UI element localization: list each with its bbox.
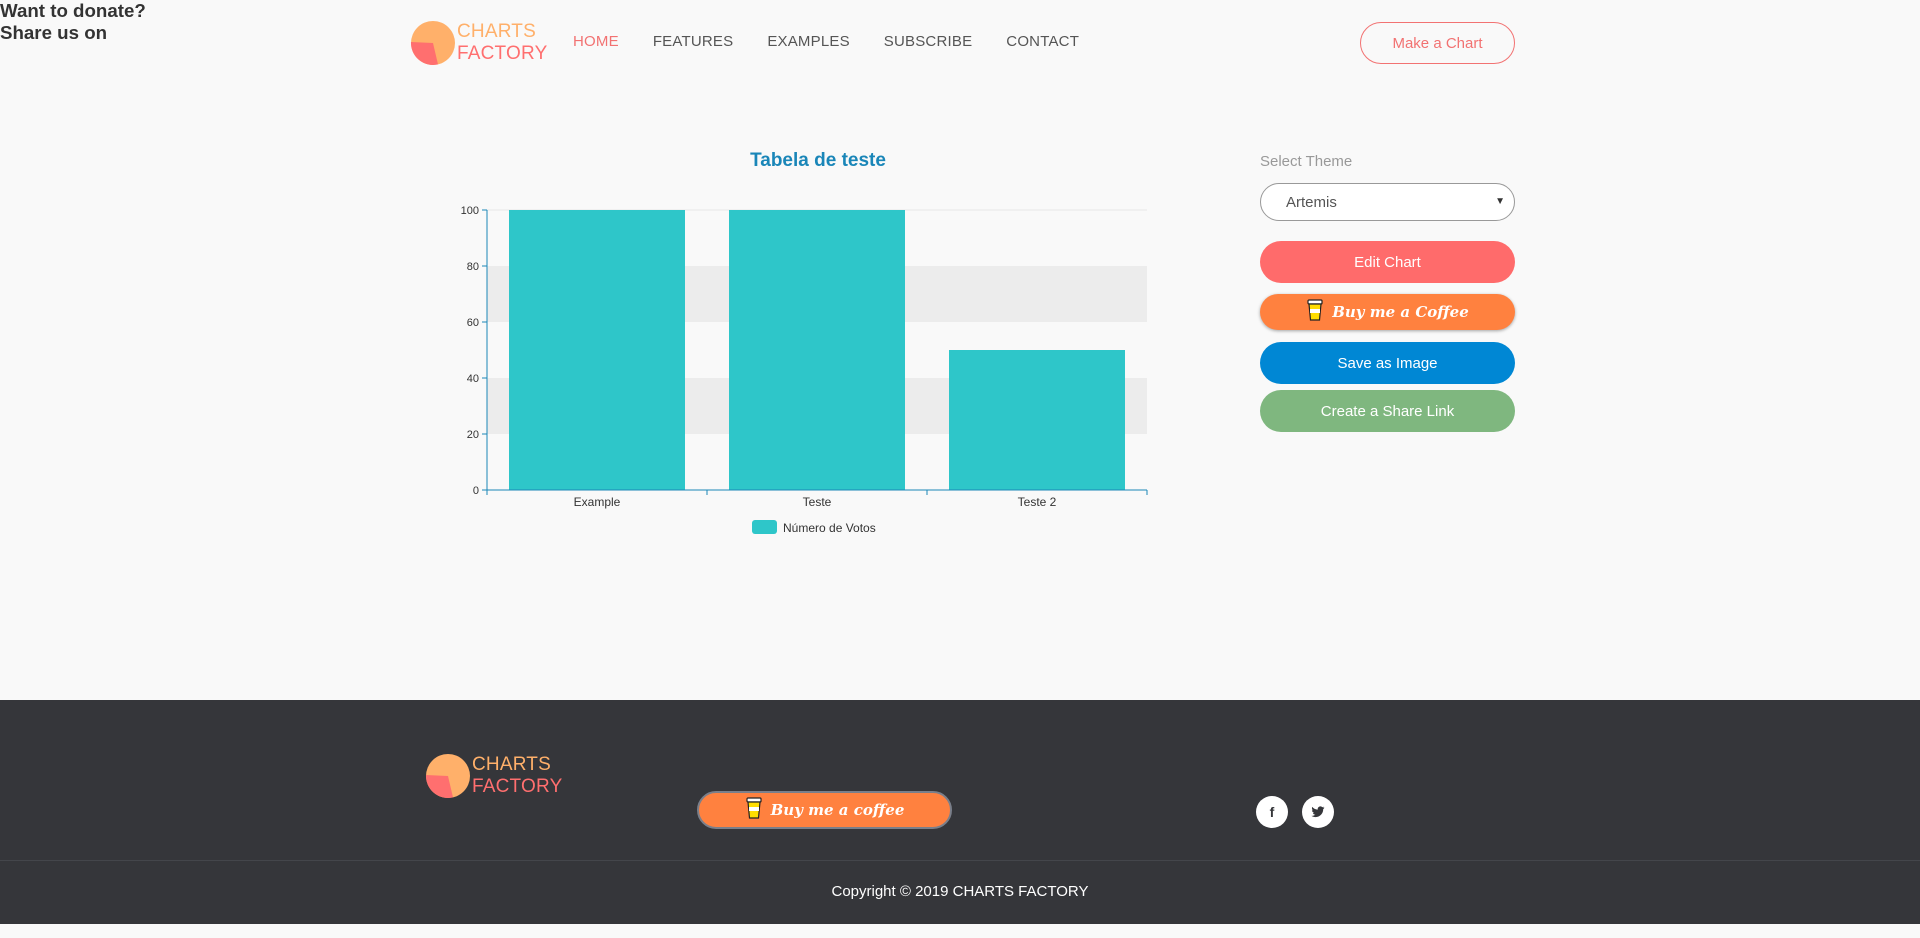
y-tick-label: 100 <box>461 205 479 217</box>
create-share-link-button[interactable]: Create a Share Link <box>1260 390 1515 432</box>
select-theme-label: Select Theme <box>1260 153 1353 170</box>
logo-text: CHARTS FACTORY <box>472 754 562 798</box>
edit-chart-button[interactable]: Edit Chart <box>1260 241 1515 283</box>
y-tick-label: 80 <box>467 261 479 273</box>
buy-coffee-label: Buy me a Coffee <box>1332 303 1469 321</box>
chart-title: Tabela de teste <box>750 150 886 171</box>
logo-line-1: CHARTS <box>472 754 551 775</box>
y-tick-label: 0 <box>473 485 479 497</box>
legend-swatch <box>752 520 777 534</box>
legend-label: Número de Votos <box>783 521 876 535</box>
charts-factory-logo-icon <box>410 21 455 65</box>
bar-teste-2 <box>949 350 1125 490</box>
twitter-icon[interactable] <box>1302 796 1334 828</box>
save-as-image-button[interactable]: Save as Image <box>1260 342 1515 384</box>
coffee-cup-icon <box>745 796 763 824</box>
x-tick-label: Example <box>574 495 621 509</box>
footer-divider <box>0 860 1920 861</box>
theme-select-value: Artemis <box>1286 193 1337 211</box>
theme-select[interactable]: Artemis ▼ <box>1260 183 1515 221</box>
nav-features[interactable]: FEATURES <box>653 33 734 50</box>
copyright-text: Copyright © 2019 CHARTS FACTORY <box>831 883 1089 900</box>
main-nav: HOME FEATURES EXAMPLES SUBSCRIBE CONTACT <box>573 33 1113 50</box>
footer-buy-coffee-button[interactable]: Buy me a coffee <box>697 791 952 829</box>
y-tick-label: 40 <box>467 373 479 385</box>
logo-line-1: CHARTS <box>457 21 536 42</box>
footer-buy-coffee-label: Buy me a coffee <box>770 801 905 819</box>
make-chart-button[interactable]: Make a Chart <box>1360 22 1515 64</box>
donate-heading: Want to donate? <box>0 0 146 21</box>
bar-chart: 0 20 40 60 80 100 Example Teste Teste 2 Número de… <box>461 205 1148 535</box>
coffee-cup-icon <box>1306 298 1324 326</box>
nav-examples[interactable]: EXAMPLES <box>767 33 849 50</box>
bar-teste <box>729 210 905 490</box>
buy-coffee-button[interactable]: Buy me a Coffee <box>1260 294 1515 330</box>
caret-down-icon: ▼ <box>1495 196 1505 207</box>
nav-contact[interactable]: CONTACT <box>1006 33 1079 50</box>
nav-home[interactable]: HOME <box>573 33 619 50</box>
logo-line-2: FACTORY <box>472 776 563 797</box>
logo-text: CHARTS FACTORY <box>457 21 547 65</box>
y-tick-label: 60 <box>467 317 479 329</box>
x-tick-label: Teste 2 <box>1018 495 1057 509</box>
charts-factory-logo-icon <box>425 754 470 798</box>
bar-example <box>509 210 685 490</box>
y-tick-label: 20 <box>467 429 479 441</box>
nav-subscribe[interactable]: SUBSCRIBE <box>884 33 973 50</box>
page-bottom-band <box>0 924 1920 938</box>
footer-logo[interactable]: CHARTS FACTORY <box>425 753 562 799</box>
header-logo[interactable]: CHARTS FACTORY <box>410 20 547 66</box>
logo-line-2: FACTORY <box>457 43 548 64</box>
x-tick-label: Teste <box>803 495 832 509</box>
facebook-icon[interactable]: f <box>1256 796 1288 828</box>
